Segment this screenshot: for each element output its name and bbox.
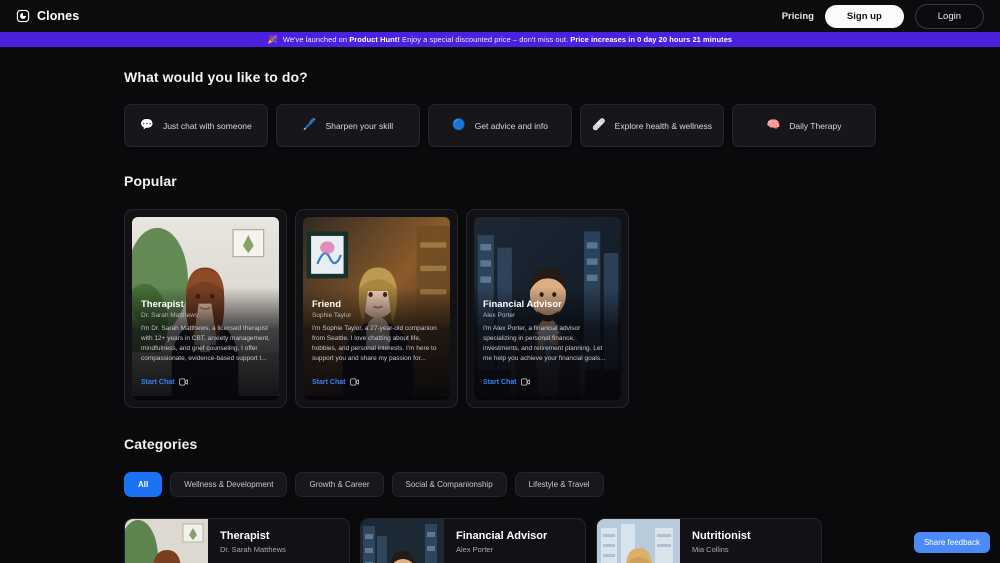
intent-option-label: Sharpen your skill bbox=[325, 120, 394, 131]
video-chat-icon bbox=[179, 373, 189, 391]
persona-thumbnail bbox=[125, 519, 208, 563]
category-filter-growth-career[interactable]: Growth & Career bbox=[295, 472, 384, 497]
persona-info: Financial Advisor Alex Porter Financial … bbox=[444, 519, 585, 563]
popular-card-title: Friend bbox=[312, 298, 342, 310]
signup-button[interactable]: Sign up bbox=[824, 4, 904, 28]
persona-card-therapist[interactable]: Therapist Dr. Sarah Matthews Therapy Cog… bbox=[124, 518, 350, 563]
category-filter-social-companionship[interactable]: Social & Companionship bbox=[391, 472, 507, 497]
category-filter-row: All Wellness & Development Growth & Care… bbox=[124, 472, 876, 497]
popular-card-text: Financial Advisor Alex Porter I'm Alex P… bbox=[483, 299, 612, 391]
persona-thumbnail bbox=[597, 519, 680, 563]
start-chat-button[interactable]: Start Chat bbox=[312, 373, 441, 391]
promo-banner[interactable]: 🎉 We've launched on Product Hunt! Enjoy … bbox=[0, 32, 1000, 47]
persona-cards-row: Therapist Dr. Sarah Matthews Therapy Cog… bbox=[124, 518, 876, 563]
speech-balloon-icon: 💬 bbox=[140, 119, 154, 131]
info-circle-icon: 🔵 bbox=[452, 119, 466, 131]
persona-name: Nutritionist bbox=[692, 530, 751, 542]
popular-card-title: Financial Advisor bbox=[483, 298, 562, 310]
video-chat-icon bbox=[521, 373, 531, 391]
start-chat-label: Start Chat bbox=[483, 378, 517, 386]
intent-option-get-advice[interactable]: 🔵 Get advice and info bbox=[428, 104, 572, 147]
start-chat-button[interactable]: Start Chat bbox=[141, 373, 270, 391]
popular-card-description: I'm Alex Porter, a financial advisor spe… bbox=[483, 324, 606, 362]
start-chat-label: Start Chat bbox=[312, 378, 346, 386]
intent-option-label: Just chat with someone bbox=[162, 120, 252, 131]
persona-card-nutritionist[interactable]: Nutritionist Mia Collins Nutrition Healt… bbox=[596, 518, 822, 563]
intent-option-just-chat[interactable]: 💬 Just chat with someone bbox=[124, 104, 268, 147]
pen-icon: 🖊️ bbox=[302, 119, 317, 131]
popular-section-title: Popular bbox=[124, 173, 177, 189]
popular-card-text: Therapist Dr. Sarah Matthews I'm Dr. Sar… bbox=[141, 299, 270, 391]
categories-section: Categories All Wellness & Development Gr… bbox=[124, 436, 876, 563]
popular-card-description: I'm Dr. Sarah Matthews, a licensed thera… bbox=[141, 324, 270, 362]
popular-card-title: Therapist bbox=[141, 298, 184, 310]
persona-name: Financial Advisor bbox=[456, 530, 548, 542]
intent-option-daily-therapy[interactable]: 🧠 Daily Therapy bbox=[732, 104, 876, 147]
login-button[interactable]: Login bbox=[914, 3, 984, 29]
banner-text: We've launched on Product Hunt! Enjoy a … bbox=[282, 35, 733, 44]
intent-option-sharpen-skill[interactable]: 🖊️ Sharpen your skill bbox=[276, 104, 420, 147]
popular-card-friend[interactable]: Friend Sophie Taylor I'm Sophie Taylor, … bbox=[295, 209, 458, 408]
persona-subtitle: Mia Collins bbox=[692, 545, 729, 554]
intent-option-label: Explore health & wellness bbox=[614, 120, 713, 131]
video-chat-icon bbox=[350, 373, 360, 391]
intent-section: What would you like to do? 💬 Just chat w… bbox=[124, 69, 876, 147]
persona-thumbnail bbox=[361, 519, 444, 563]
start-chat-button[interactable]: Start Chat bbox=[483, 373, 612, 391]
persona-subtitle: Dr. Sarah Matthews bbox=[220, 545, 286, 554]
popular-card-financial-advisor[interactable]: Financial Advisor Alex Porter I'm Alex P… bbox=[466, 209, 629, 408]
popular-card-text: Friend Sophie Taylor I'm Sophie Taylor, … bbox=[312, 299, 441, 391]
persona-subtitle: Alex Porter bbox=[456, 545, 494, 554]
share-feedback-button[interactable]: Share feedback bbox=[913, 532, 990, 553]
category-filter-wellness-development[interactable]: Wellness & Development bbox=[170, 472, 288, 497]
clock-square-icon bbox=[16, 9, 30, 23]
intent-section-title: What would you like to do? bbox=[124, 69, 308, 85]
category-filter-all[interactable]: All bbox=[124, 472, 163, 497]
start-chat-label: Start Chat bbox=[141, 378, 175, 386]
intent-option-health-wellness[interactable]: 🩹 Explore health & wellness bbox=[580, 104, 724, 147]
popular-card-therapist[interactable]: Therapist Dr. Sarah Matthews I'm Dr. Sar… bbox=[124, 209, 287, 408]
persona-info: Nutritionist Mia Collins Nutrition Healt… bbox=[680, 519, 821, 563]
health-icon: 🩹 bbox=[591, 119, 606, 131]
top-navigation-bar: Clones Pricing Sign up Login bbox=[0, 0, 1000, 32]
nav-link-pricing[interactable]: Pricing bbox=[782, 11, 814, 22]
page-content: What would you like to do? 💬 Just chat w… bbox=[0, 69, 1000, 563]
party-popper-icon: 🎉 bbox=[267, 34, 278, 44]
brand-logo[interactable]: Clones bbox=[16, 9, 79, 23]
brain-icon: 🧠 bbox=[766, 119, 781, 131]
category-filter-lifestyle-travel[interactable]: Lifestyle & Travel bbox=[514, 472, 604, 497]
popular-card-subtitle: Alex Porter bbox=[483, 311, 516, 319]
persona-name: Therapist bbox=[220, 530, 270, 542]
categories-section-title: Categories bbox=[124, 436, 198, 452]
brand-name: Clones bbox=[37, 9, 80, 23]
popular-section: Popular Therapist Dr. Sarah Matthews I'm… bbox=[124, 173, 876, 408]
popular-cards-row: Therapist Dr. Sarah Matthews I'm Dr. Sar… bbox=[124, 209, 876, 408]
popular-card-subtitle: Dr. Sarah Matthews bbox=[141, 311, 199, 319]
intent-option-label: Get advice and info bbox=[474, 120, 548, 131]
nav-actions: Pricing Sign up Login bbox=[782, 3, 984, 29]
intent-options-row: 💬 Just chat with someone 🖊️ Sharpen your… bbox=[124, 104, 876, 147]
intent-option-label: Daily Therapy bbox=[789, 120, 842, 131]
persona-card-financial-advisor[interactable]: Financial Advisor Alex Porter Financial … bbox=[360, 518, 586, 563]
persona-info: Therapist Dr. Sarah Matthews Therapy Cog… bbox=[208, 519, 349, 563]
popular-card-description: I'm Sophie Taylor, a 27-year-old compani… bbox=[312, 324, 437, 362]
popular-card-subtitle: Sophie Taylor bbox=[312, 311, 352, 319]
